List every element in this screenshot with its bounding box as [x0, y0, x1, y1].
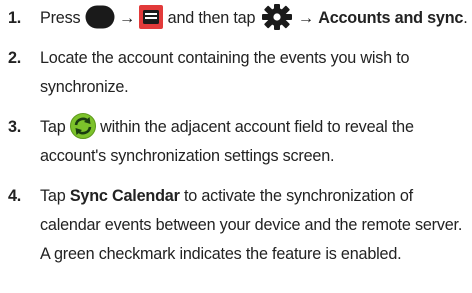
accounts-and-sync-label: Accounts and sync — [318, 9, 464, 27]
settings-gear-icon — [260, 3, 294, 30]
step-2: 2. Locate the account containing the eve… — [0, 44, 472, 102]
home-key-icon — [85, 5, 115, 29]
step-text: within the adjacent account field to rev… — [40, 118, 414, 165]
step-number: 4. — [8, 187, 22, 205]
step-text: and then tap — [167, 9, 256, 27]
arrow: → — [297, 9, 314, 27]
step-4: 4. Tap Sync Calendar to activate the syn… — [0, 182, 472, 269]
step-1: 1. Press → and then tap → Accounts and s… — [0, 3, 472, 33]
menu-key-icon — [139, 4, 164, 29]
step-number: 2. — [8, 49, 22, 67]
step-number: 3. — [8, 118, 22, 136]
step-text: . — [463, 9, 468, 27]
instruction-steps: 1. Press → and then tap → Accounts and s… — [0, 3, 472, 269]
step-text: Locate the account containing the events… — [40, 49, 410, 96]
sync-calendar-label: Sync Calendar — [69, 187, 180, 205]
step-text: Tap — [40, 118, 66, 136]
step-number: 1. — [8, 9, 22, 27]
cropped-heading-fragment — [40, 0, 44, 1]
step-3: 3. Tap within the adjacent account field… — [0, 112, 472, 171]
sync-icon — [69, 112, 96, 139]
arrow: → — [119, 9, 136, 27]
step-text: Press — [40, 9, 81, 27]
step-text: Tap — [40, 187, 66, 205]
